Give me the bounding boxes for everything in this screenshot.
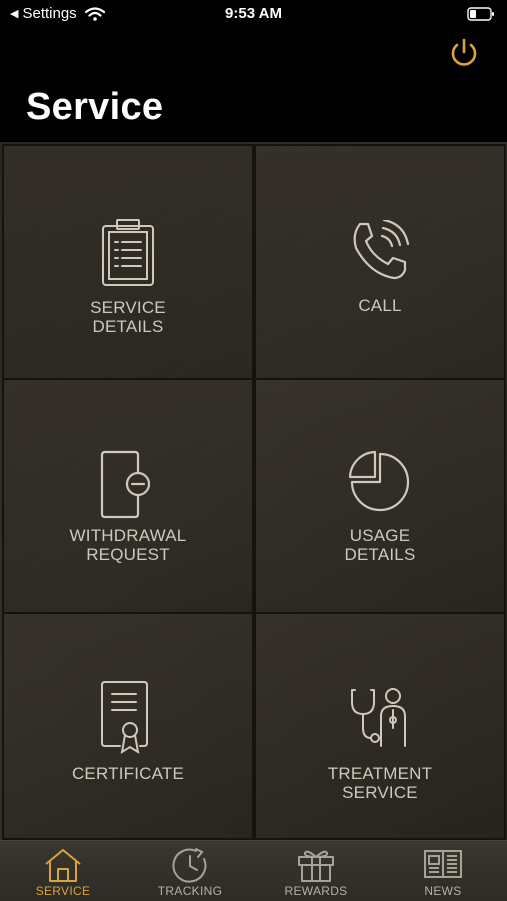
tile-label: CERTIFICATE [71,764,185,783]
phone-icon [353,220,410,280]
page-title: Service [26,86,164,128]
tile-usage-details[interactable]: USAGE DETAILS [254,378,506,614]
battery-icon [467,7,494,21]
tile-label: TREATMENT SERVICE [327,764,433,802]
gift-icon [298,850,334,882]
pie-chart-icon [348,450,410,512]
clock-icon [172,848,207,883]
tab-label: SERVICE [35,884,91,898]
tab-label: NEWS [424,884,462,898]
newspaper-icon [424,850,462,878]
service-grid: SERVICE DETAILS CALL WITHDRAWAL REQUEST [0,142,507,840]
tab-rewards[interactable]: REWARDS [253,841,379,901]
tile-treatment-service[interactable]: TREATMENT SERVICE [254,612,506,840]
status-bar: ◀ Settings 9:53 AM [0,0,507,28]
certificate-icon [101,681,148,754]
tab-bar: SERVICE TRACKING REWARDS NEWS [0,840,507,901]
tile-label: CALL [358,296,402,315]
tile-service-details[interactable]: SERVICE DETAILS [2,144,254,380]
tile-certificate[interactable]: CERTIFICATE [2,612,254,840]
tab-tracking[interactable]: TRACKING [127,841,253,901]
tile-call[interactable]: CALL [254,144,506,380]
tab-news[interactable]: NEWS [380,841,506,901]
stethoscope-icon [351,688,406,747]
power-icon[interactable] [447,36,481,70]
tile-withdrawal-request[interactable]: WITHDRAWAL REQUEST [2,378,254,614]
clipboard-icon [102,219,154,286]
tile-label: SERVICE DETAILS [90,298,166,336]
home-icon [45,849,81,882]
status-time: 9:53 AM [225,5,282,22]
tile-label: WITHDRAWAL REQUEST [69,526,187,564]
tab-label: TRACKING [157,884,223,898]
header: Service [0,28,507,142]
door-minus-icon [100,450,151,519]
tab-service[interactable]: SERVICE [0,841,126,901]
tab-label: REWARDS [284,884,348,898]
tile-label: USAGE DETAILS [344,526,416,564]
